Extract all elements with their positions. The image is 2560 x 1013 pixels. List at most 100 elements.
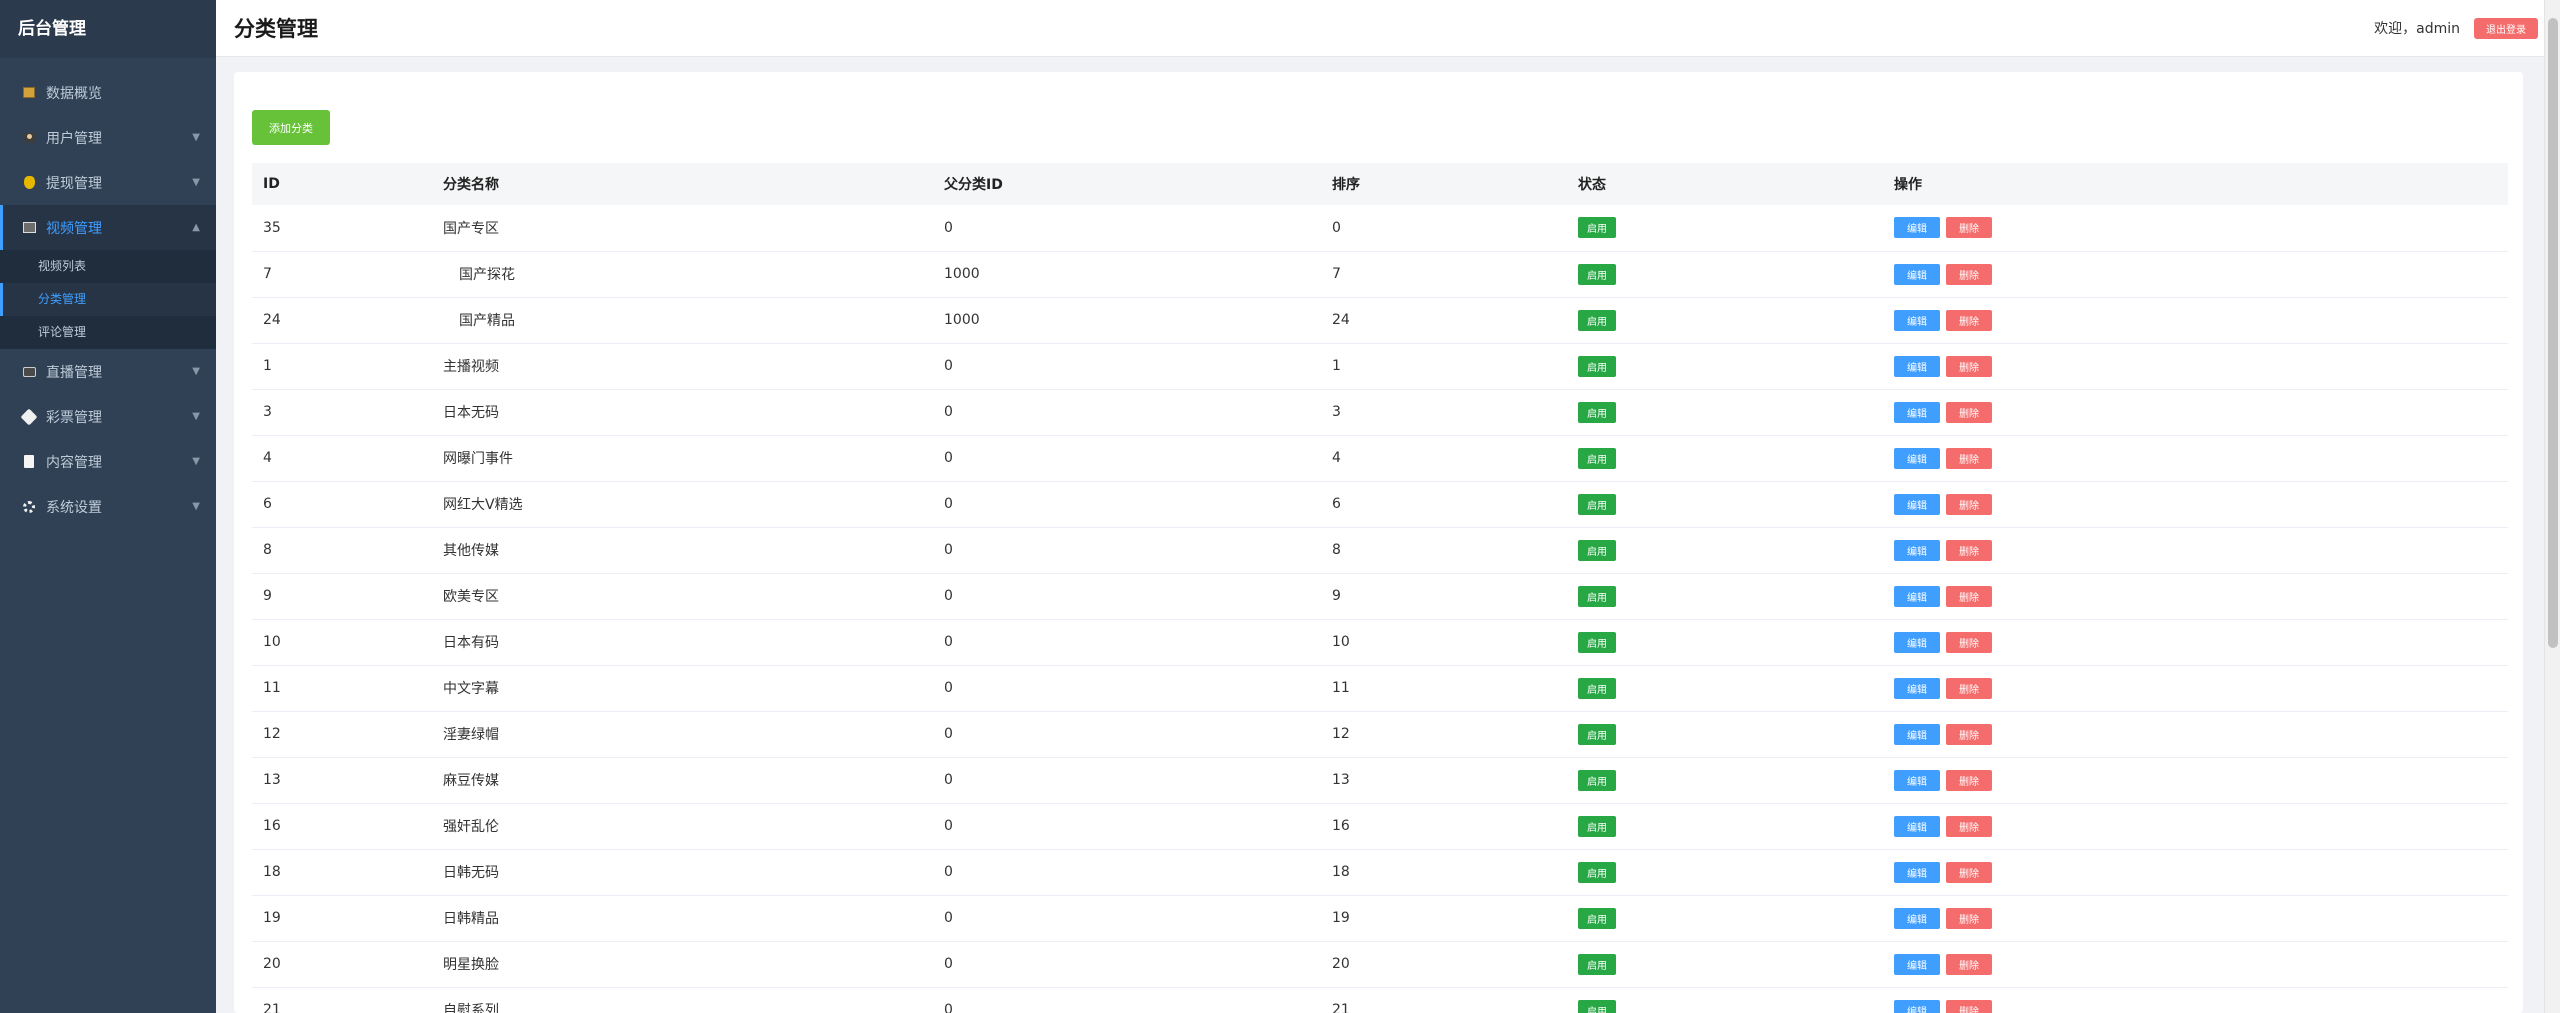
edit-button[interactable]: 编辑 [1894,769,1940,791]
delete-button[interactable]: 删除 [1946,309,1992,331]
table-row: 1 主播视频 0 1 启用 编辑 删除 [252,343,2508,389]
cell-name: 主播视频 [432,343,933,389]
cell-sort: 9 [1332,588,1341,604]
edit-button[interactable]: 编辑 [1894,999,1940,1013]
status-toggle-button[interactable]: 启用 [1578,677,1616,699]
sidebar-item-label: 数据概览 [46,85,102,102]
edit-button[interactable]: 编辑 [1894,677,1940,699]
cell-status: 启用 [1567,481,1883,527]
document-icon [22,455,36,469]
delete-button[interactable]: 删除 [1946,631,1992,653]
submenu-item-categories[interactable]: 分类管理 [0,283,216,316]
edit-button[interactable]: 编辑 [1894,723,1940,745]
status-toggle-button[interactable]: 启用 [1578,401,1616,423]
lottery-icon [20,408,38,425]
delete-button[interactable]: 删除 [1946,217,1992,239]
add-category-button[interactable]: 添加分类 [252,110,330,145]
delete-button[interactable]: 删除 [1946,447,1992,469]
sidebar-item-videos[interactable]: 视频管理 ▲ [0,205,216,250]
sidebar-item-content[interactable]: 内容管理 ▼ [0,439,216,484]
status-toggle-button[interactable]: 启用 [1578,769,1616,791]
edit-button[interactable]: 编辑 [1894,355,1940,377]
status-toggle-button[interactable]: 启用 [1578,861,1616,883]
delete-button[interactable]: 删除 [1946,907,1992,929]
delete-button[interactable]: 删除 [1946,493,1992,515]
cell-actions: 编辑 删除 [1883,435,2508,481]
status-toggle-button[interactable]: 启用 [1578,953,1616,975]
sidebar-item-lottery[interactable]: 彩票管理 ▼ [0,394,216,439]
cell-parent-id: 0 [944,910,953,926]
delete-button[interactable]: 删除 [1946,815,1992,837]
edit-button[interactable]: 编辑 [1894,217,1940,239]
edit-button[interactable]: 编辑 [1894,907,1940,929]
cell-sort: 7 [1332,266,1341,282]
delete-button[interactable]: 删除 [1946,539,1992,561]
logout-button[interactable]: 退出登录 [2474,17,2538,39]
status-toggle-button[interactable]: 启用 [1578,493,1616,515]
edit-button[interactable]: 编辑 [1894,631,1940,653]
edit-button[interactable]: 编辑 [1894,401,1940,423]
delete-button[interactable]: 删除 [1946,861,1992,883]
edit-button[interactable]: 编辑 [1894,263,1940,285]
edit-button[interactable]: 编辑 [1894,815,1940,837]
status-toggle-button[interactable]: 启用 [1578,217,1616,239]
edit-button[interactable]: 编辑 [1894,309,1940,331]
status-toggle-button[interactable]: 启用 [1578,447,1616,469]
cell-sort: 3 [1332,404,1341,420]
cell-status: 启用 [1567,251,1883,297]
status-toggle-button[interactable]: 启用 [1578,539,1616,561]
status-toggle-button[interactable]: 启用 [1578,355,1616,377]
delete-button[interactable]: 删除 [1946,999,1992,1013]
cell-name: 日韩无码 [432,849,933,895]
edit-button[interactable]: 编辑 [1894,953,1940,975]
edit-button[interactable]: 编辑 [1894,861,1940,883]
sidebar-item-dashboard[interactable]: 数据概览 [0,70,216,115]
table-row: 18 日韩无码 0 18 启用 编辑 删除 [252,849,2508,895]
status-toggle-button[interactable]: 启用 [1578,723,1616,745]
table-row: 12 淫妻绿帽 0 12 启用 编辑 删除 [252,711,2508,757]
status-toggle-button[interactable]: 启用 [1578,815,1616,837]
edit-button[interactable]: 编辑 [1894,585,1940,607]
cell-id: 21 [263,1002,281,1013]
delete-button[interactable]: 删除 [1946,585,1992,607]
sidebar-item-withdrawals[interactable]: 提现管理 ▼ [0,160,216,205]
status-toggle-button[interactable]: 启用 [1578,999,1616,1013]
submenu-item-video-list[interactable]: 视频列表 [0,250,216,283]
cell-parent-id: 0 [944,1002,953,1013]
status-toggle-button[interactable]: 启用 [1578,585,1616,607]
edit-button[interactable]: 编辑 [1894,539,1940,561]
delete-button[interactable]: 删除 [1946,355,1992,377]
cell-actions: 编辑 删除 [1883,895,2508,941]
cell-name: 日韩精品 [432,895,933,941]
delete-button[interactable]: 删除 [1946,263,1992,285]
status-toggle-button[interactable]: 启用 [1578,631,1616,653]
sidebar-item-label: 彩票管理 [46,409,102,426]
sidebar-item-users[interactable]: 用户管理 ▼ [0,115,216,160]
cell-parent-id: 0 [944,818,953,834]
delete-button[interactable]: 删除 [1946,953,1992,975]
gear-icon [22,500,36,514]
status-toggle-button[interactable]: 启用 [1578,907,1616,929]
video-icon [22,221,36,235]
status-toggle-button[interactable]: 启用 [1578,309,1616,331]
sidebar-item-label: 提现管理 [46,175,102,192]
submenu-item-comments[interactable]: 评论管理 [0,316,216,349]
sidebar-item-label: 视频管理 [46,220,102,237]
sidebar-item-settings[interactable]: 系统设置 ▼ [0,484,216,529]
delete-button[interactable]: 删除 [1946,723,1992,745]
cell-name: 麻豆传媒 [432,757,933,803]
edit-button[interactable]: 编辑 [1894,493,1940,515]
page-scrollbar[interactable] [2544,0,2560,1013]
status-toggle-button[interactable]: 启用 [1578,263,1616,285]
delete-button[interactable]: 删除 [1946,677,1992,699]
category-name: 日本有码 [443,635,499,651]
delete-button[interactable]: 删除 [1946,401,1992,423]
cell-id: 13 [263,772,281,788]
scrollbar-thumb[interactable] [2548,18,2558,648]
cell-id: 24 [263,312,281,328]
column-header-id: ID [263,176,280,192]
delete-button[interactable]: 删除 [1946,769,1992,791]
edit-button[interactable]: 编辑 [1894,447,1940,469]
sidebar-item-live[interactable]: 直播管理 ▼ [0,349,216,394]
cell-actions: 编辑 删除 [1883,481,2508,527]
